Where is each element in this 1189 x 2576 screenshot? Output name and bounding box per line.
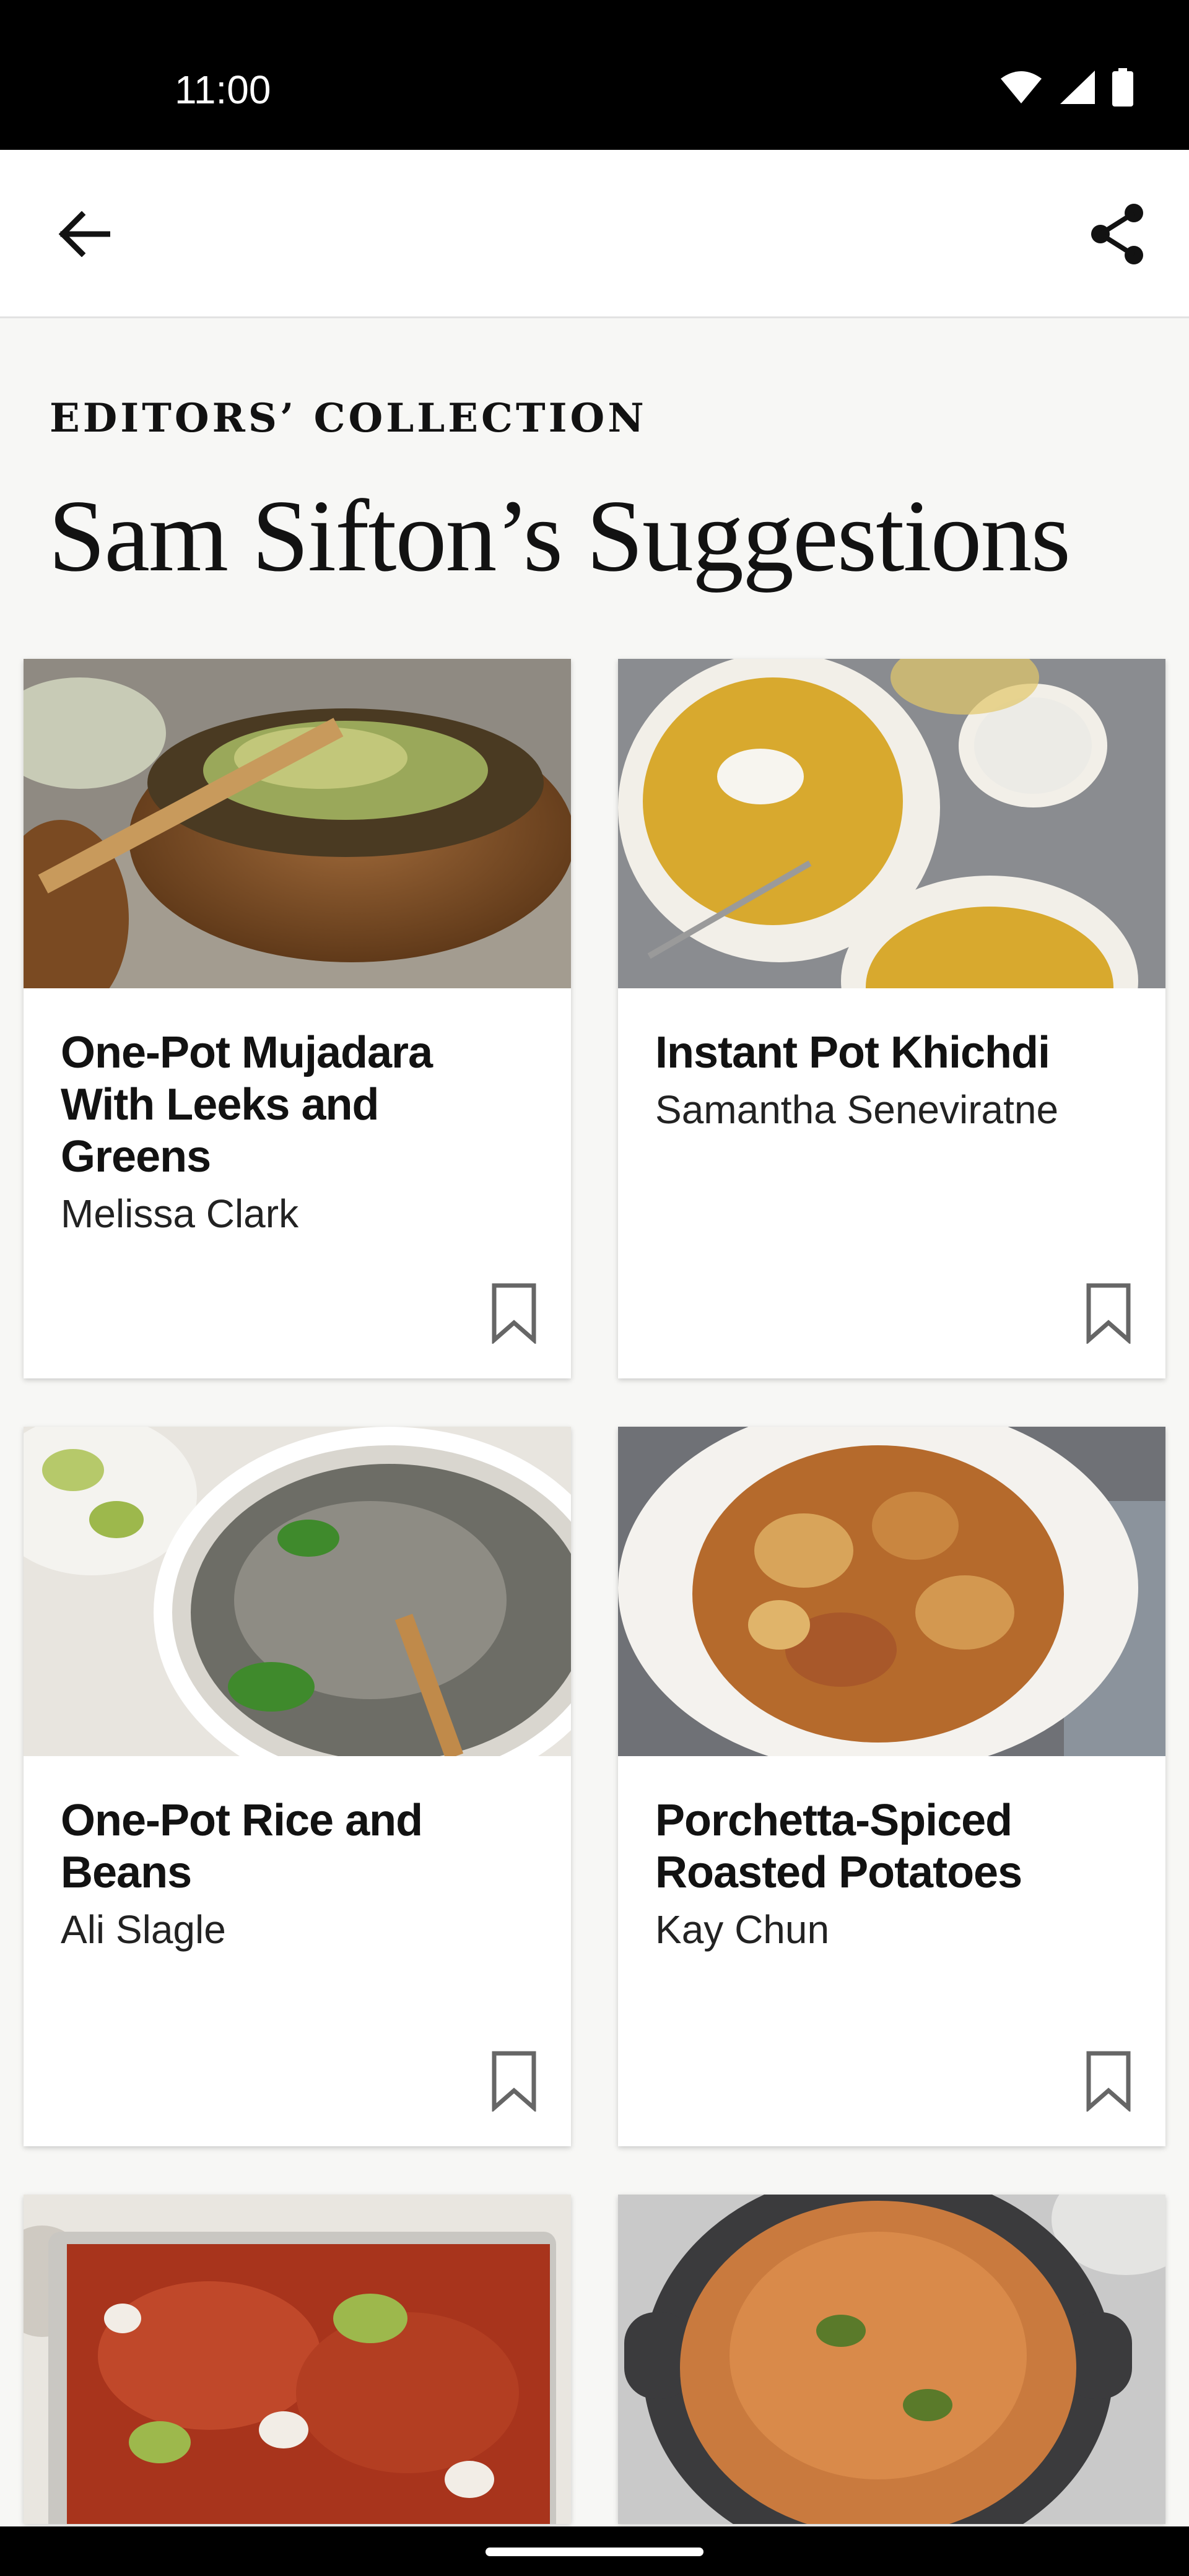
arrow-left-icon [58,211,110,257]
recipe-card[interactable] [618,2195,1165,2524]
recipe-photo-khichdi [618,659,1165,988]
collection-eyebrow: EDITORS’ COLLECTION [50,395,647,442]
home-gesture-handle[interactable] [486,2548,703,2556]
bookmark-icon[interactable] [490,2050,538,2112]
share-icon [1091,204,1143,264]
recipe-photo-stew [618,2195,1165,2524]
recipe-title[interactable]: One-Pot Rice and Beans Ali Slagle [61,1795,538,1956]
recipe-author: Kay Chun [655,1907,830,1952]
page-title: Sam Sifton’s Suggestions [48,479,1071,593]
system-nav-bar [0,2526,1189,2576]
cellular-signal-icon [1060,71,1095,104]
bookmark-icon[interactable] [490,1282,538,1344]
status-icons [1000,68,1133,107]
wifi-icon [1001,71,1042,103]
recipe-card[interactable]: Porchetta-Spiced Roasted Potatoes Kay Chu… [618,1427,1165,2146]
status-time: 11:00 [175,67,271,112]
recipe-photo-rice-beans [24,1427,571,1756]
app-bar [0,150,1189,318]
bookmark-icon[interactable] [1085,1282,1132,1344]
recipe-photo-potatoes [618,1427,1165,1756]
recipe-photo-chilaquiles [24,2195,571,2524]
recipe-title[interactable]: Porchetta-Spiced Roasted Potatoes Kay Chu… [655,1795,1132,1956]
recipe-photo-mujadara [24,659,571,988]
recipe-title[interactable]: Instant Pot Khichdi Samantha Seneviratne [655,1027,1132,1136]
bookmark-icon[interactable] [1085,2050,1132,2112]
battery-icon [1112,68,1133,107]
recipe-title[interactable]: One-Pot Mujadara With Leeks and Greens Me… [61,1027,538,1240]
recipe-card[interactable]: Instant Pot Khichdi Samantha Seneviratne [618,659,1165,1378]
recipe-card[interactable]: One-Pot Rice and Beans Ali Slagle [24,1427,571,2146]
back-button[interactable] [50,199,119,269]
recipe-author: Melissa Clark [61,1191,299,1236]
recipe-card[interactable] [24,2195,571,2524]
share-button[interactable] [1082,199,1152,269]
recipe-author: Ali Slagle [61,1907,226,1952]
status-bar: 11:00 [0,0,1189,150]
recipe-author: Samantha Seneviratne [655,1087,1059,1132]
recipe-card[interactable]: One-Pot Mujadara With Leeks and Greens Me… [24,659,571,1378]
